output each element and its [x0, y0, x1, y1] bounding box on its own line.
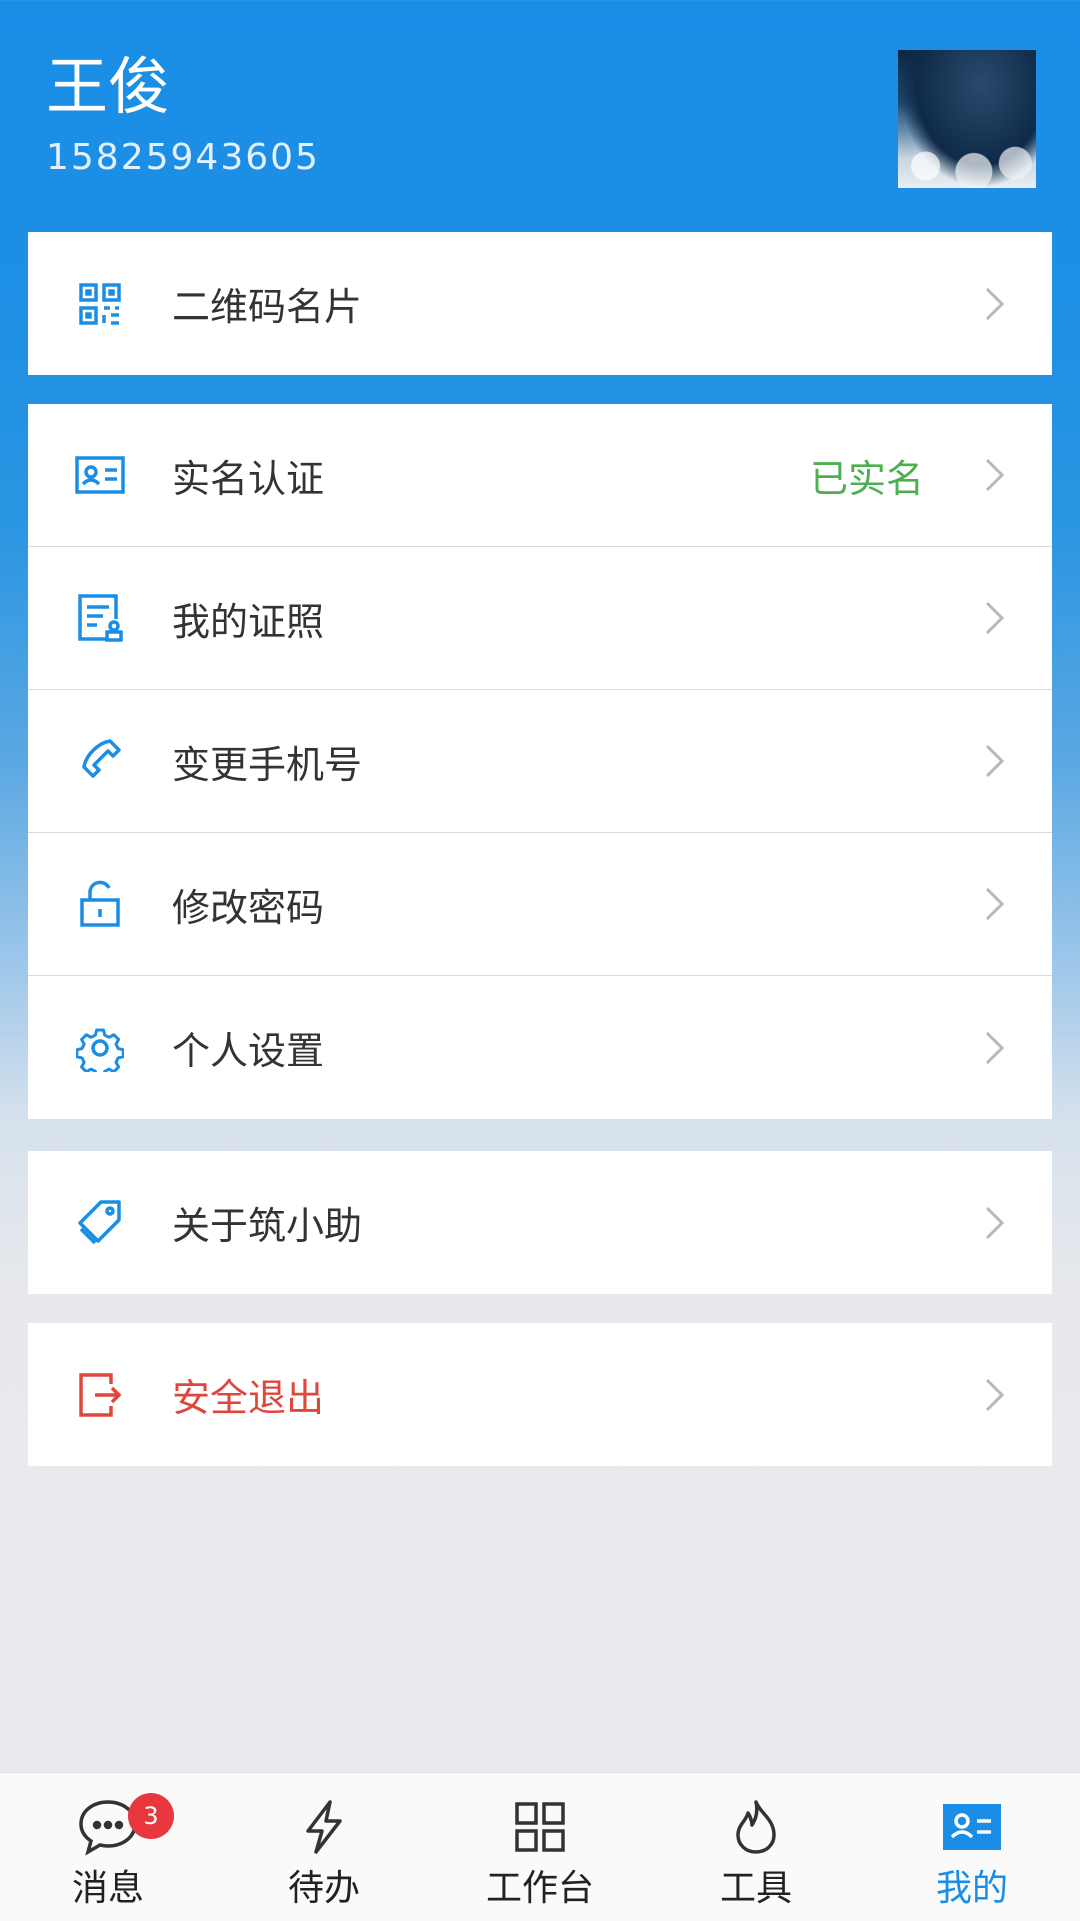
tab-messages[interactable]: 3 消息	[0, 1773, 216, 1921]
menu-item-label: 二维码名片	[172, 285, 363, 329]
about-card: 关于筑小助	[28, 1151, 1052, 1294]
logout-card: 安全退出	[28, 1323, 1052, 1466]
menu-item-label: 实名认证	[172, 456, 325, 501]
unlock-icon	[74, 878, 126, 930]
realname-status: 已实名	[809, 456, 924, 501]
id-card-icon	[74, 449, 126, 501]
tag-icon	[74, 1197, 126, 1249]
menu-item-personal-settings[interactable]: 个人设置	[28, 976, 1052, 1119]
chevron-right-icon	[984, 600, 1006, 636]
profile-header: 王俊 15825943605	[0, 0, 1080, 232]
logout-button[interactable]: 安全退出	[28, 1323, 1052, 1466]
chevron-right-icon	[984, 1205, 1006, 1241]
lightning-icon	[292, 1799, 356, 1855]
tab-label: 工作台	[485, 1868, 594, 1909]
account-card: 实名认证 已实名 我的证照 变更手机号 修改密码 个人设置	[28, 404, 1052, 1119]
chevron-right-icon	[984, 743, 1006, 779]
grid-icon	[508, 1799, 572, 1855]
chevron-right-icon	[984, 886, 1006, 922]
menu-item-label: 安全退出	[172, 1376, 325, 1420]
phone-icon	[74, 735, 126, 787]
menu-item-change-phone[interactable]: 变更手机号	[28, 690, 1052, 833]
bottom-tab-bar: 3 消息 待办 工作台 工具 我的	[0, 1772, 1080, 1921]
logout-icon	[74, 1369, 126, 1421]
chevron-right-icon	[984, 457, 1006, 493]
tab-label: 工具	[719, 1868, 792, 1909]
menu-item-certificates[interactable]: 我的证照	[28, 547, 1052, 690]
unread-badge: 3	[128, 1793, 174, 1839]
chevron-right-icon	[984, 1030, 1006, 1066]
tab-tools[interactable]: 工具	[648, 1773, 864, 1921]
tab-workbench[interactable]: 工作台	[432, 1773, 648, 1921]
menu-item-label: 我的证照	[172, 599, 325, 644]
qrcode-icon	[74, 278, 126, 330]
menu-item-change-password[interactable]: 修改密码	[28, 833, 1052, 976]
avatar[interactable]	[898, 50, 1036, 188]
menu-item-label: 变更手机号	[172, 742, 363, 787]
chevron-right-icon	[984, 1377, 1006, 1413]
gear-icon	[74, 1022, 126, 1074]
menu-item-qrcode[interactable]: 二维码名片	[28, 232, 1052, 375]
qrcode-card: 二维码名片	[28, 232, 1052, 375]
tab-label: 我的	[935, 1868, 1008, 1909]
user-name: 王俊	[46, 50, 171, 123]
flame-icon	[724, 1799, 788, 1855]
menu-item-label: 修改密码	[172, 885, 325, 930]
tab-label: 消息	[71, 1868, 144, 1909]
profile-card-icon	[940, 1799, 1004, 1855]
menu-item-realname[interactable]: 实名认证 已实名	[28, 404, 1052, 547]
certificate-icon	[74, 592, 126, 644]
tab-mine[interactable]: 我的	[864, 1773, 1080, 1921]
menu-item-label: 关于筑小助	[172, 1204, 363, 1248]
user-phone: 15825943605	[46, 137, 320, 178]
chevron-right-icon	[984, 286, 1006, 322]
tab-todo[interactable]: 待办	[216, 1773, 432, 1921]
tab-label: 待办	[287, 1868, 360, 1909]
menu-item-label: 个人设置	[172, 1029, 325, 1073]
menu-item-about[interactable]: 关于筑小助	[28, 1151, 1052, 1294]
